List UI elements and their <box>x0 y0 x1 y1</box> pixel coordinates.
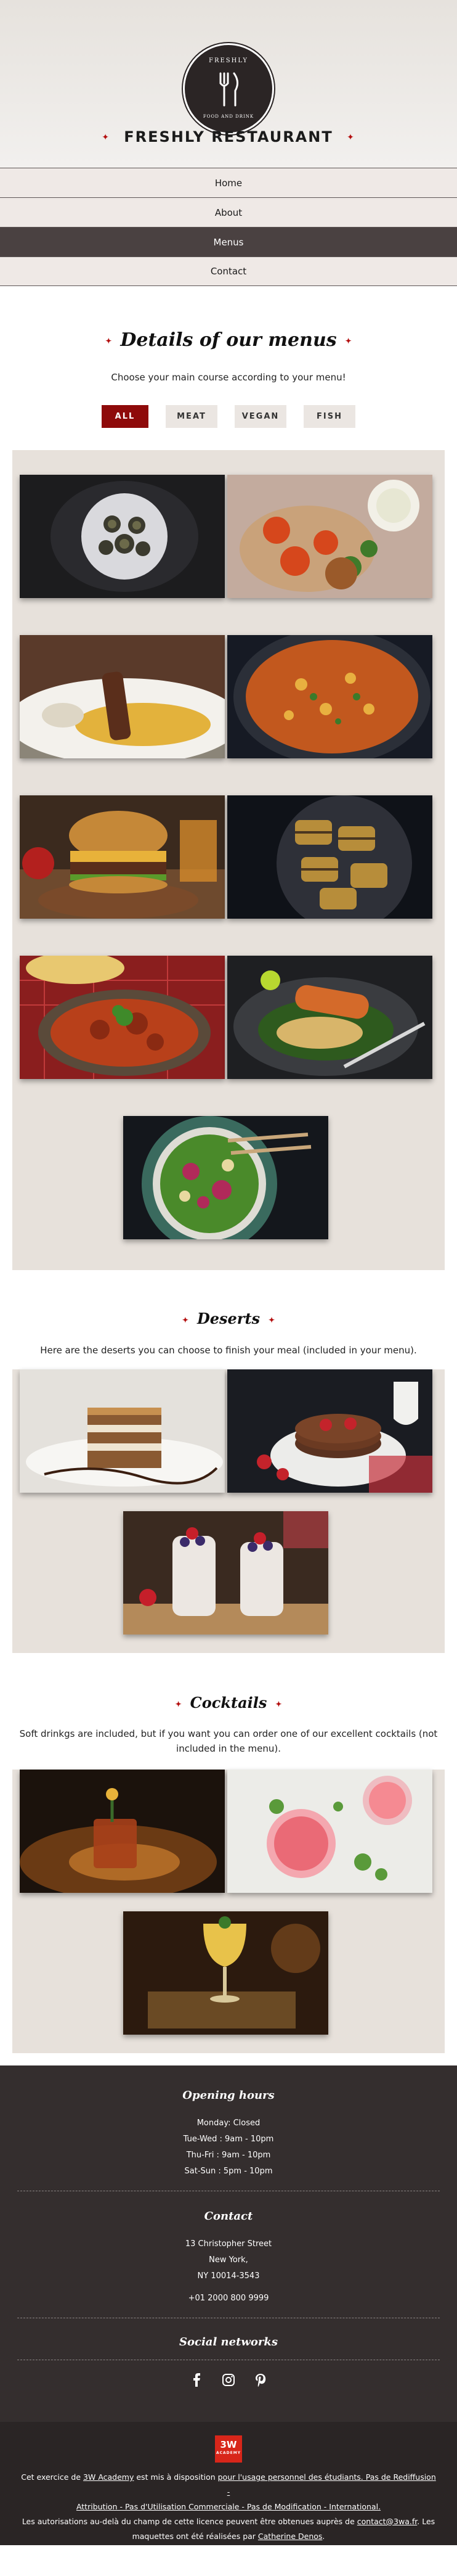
cocktail-photo-pink-drinks[interactable] <box>227 1770 432 1893</box>
credits-text: . Les <box>417 2517 435 2526</box>
menu-filters: ALL MEAT VEGAN FISH <box>0 405 457 428</box>
filter-vegan-button[interactable]: VEGAN <box>235 405 286 428</box>
nav-item-contact[interactable]: Contact <box>0 256 457 286</box>
credits-text: maquettes ont été réalisées par <box>132 2532 258 2541</box>
desert-photo-cake[interactable] <box>20 1369 225 1493</box>
address-line: NY 10014-3543 <box>197 2271 260 2281</box>
star-icon: ✦ <box>347 133 355 142</box>
dish-photo-vegetable-plate[interactable] <box>227 475 432 598</box>
filter-meat-button[interactable]: MEAT <box>166 405 217 428</box>
filter-fish-button[interactable]: FISH <box>304 405 355 428</box>
contact-title: Contact <box>204 2210 253 2223</box>
nav-label: Home <box>214 177 243 189</box>
star-icon: ✦ <box>275 1699 282 1708</box>
credits-text: . <box>322 2532 325 2541</box>
star-icon: ✦ <box>105 337 112 345</box>
dish-photo-grilled-eggplant[interactable] <box>227 795 432 919</box>
nav-label: About <box>214 207 243 218</box>
filter-all-button[interactable]: ALL <box>102 405 148 428</box>
nav-item-menus[interactable]: Menus <box>0 227 457 256</box>
site-footer: Opening hours Monday: Closed Tue-Wed : 9… <box>0 2065 457 2422</box>
dish-photo-burger[interactable] <box>20 795 225 919</box>
hours-line: Thu-Fri : 9am - 10pm <box>186 2151 271 2160</box>
site-title-text: FRESHLY RESTAURANT <box>124 128 333 146</box>
star-icon: ✦ <box>175 1699 182 1708</box>
social-links <box>0 2373 457 2387</box>
phone-line[interactable]: +01 2000 800 9999 <box>0 2291 457 2307</box>
dish-photo-salad[interactable] <box>123 1116 328 1239</box>
deserts-title: ✦ Deserts ✦ <box>0 1310 457 1327</box>
menus-title-text: Details of our menus <box>120 329 337 351</box>
3w-academy-logo[interactable]: 3W ACADEMY <box>215 2435 242 2463</box>
dish-photo-meatball-stew[interactable] <box>20 956 225 1079</box>
credits-text: est mis à disposition <box>134 2472 218 2482</box>
desert-gallery <box>12 1369 445 1653</box>
badge-subtext: ACADEMY <box>216 2451 241 2455</box>
hours-line: Tue-Wed : 9am - 10pm <box>183 2135 274 2144</box>
cocktails-subtitle-line: Soft drinkgs are included, but if you wa… <box>19 1728 438 1739</box>
cocktails-title: ✦ Cocktails ✦ <box>0 1694 457 1712</box>
credits-link-email[interactable]: contact@3wa.fr <box>357 2517 417 2526</box>
deserts-section: ✦ Deserts ✦ Here are the deserts you can c… <box>0 1270 457 1653</box>
credits-bar: 3W ACADEMY Cet exercice de 3W Academy es… <box>0 2422 457 2545</box>
cocktails-subtitle: Soft drinkgs are included, but if you wa… <box>0 1726 457 1756</box>
facebook-icon[interactable] <box>190 2373 203 2387</box>
desert-photo-pancakes[interactable] <box>227 1369 432 1493</box>
deserts-subtitle: Here are the deserts you can choose to f… <box>40 1345 417 1356</box>
nav-label: Menus <box>213 236 244 248</box>
nav-label: Contact <box>210 266 247 277</box>
credits-link-3w-academy[interactable]: 3W Academy <box>83 2472 134 2482</box>
badge-text: 3W <box>220 2439 237 2450</box>
nav-item-about[interactable]: About <box>0 197 457 227</box>
hours-line: Monday: Closed <box>196 2119 261 2128</box>
deserts-title-text: Deserts <box>196 1310 261 1327</box>
dish-photo-kebab[interactable] <box>20 635 225 758</box>
site-header: FRESHLY FOOD AND DRINK ✦ FRESHLY RESTAUR… <box>0 0 457 168</box>
desert-photo-yogurt-berries[interactable] <box>123 1511 328 1635</box>
cocktails-section: ✦ Cocktails ✦ Soft drinkgs are included, b… <box>0 1653 457 2053</box>
fork-and-knife-icon <box>219 72 238 107</box>
site-title: ✦ FRESHLY RESTAURANT ✦ <box>0 128 457 146</box>
instagram-icon[interactable] <box>222 2373 235 2387</box>
credits-line: maquettes ont été réalisées par Catherin… <box>18 2529 439 2544</box>
opening-hours-title: Opening hours <box>182 2089 275 2102</box>
menus-subtitle: Choose your main course according to you… <box>111 372 346 383</box>
menus-title: ✦ Details of our menus ✦ <box>0 329 457 351</box>
pinterest-icon[interactable] <box>254 2373 267 2387</box>
star-icon: ✦ <box>345 337 352 345</box>
dish-photo-mushrooms[interactable] <box>20 475 225 598</box>
address-line: New York, <box>209 2255 248 2265</box>
credits-line: Cet exercice de 3W Academy est mis à dis… <box>18 2470 439 2500</box>
cocktails-title-text: Cocktails <box>190 1694 267 1712</box>
main-nav: Home About Menus Contact <box>0 168 457 286</box>
credits-line: Les autorisations au-delà du champ de ce… <box>18 2514 439 2529</box>
menus-section: ✦ Details of our menus ✦ Choose your main … <box>0 286 457 1270</box>
logo[interactable]: FRESHLY FOOD AND DRINK <box>183 43 274 134</box>
menu-gallery <box>12 450 445 1270</box>
credits-text: Les autorisations au-delà du champ de ce… <box>22 2517 357 2526</box>
cocktail-photo-old-fashioned[interactable] <box>20 1770 225 1893</box>
credits-link-license[interactable]: Attribution - Pas d'Utilisation Commerci… <box>76 2502 381 2511</box>
star-icon: ✦ <box>269 1315 275 1324</box>
address-line: 13 Christopher Street <box>185 2239 272 2249</box>
credits-link-author[interactable]: Catherine Denos <box>258 2532 323 2541</box>
credits-text: Cet exercice de <box>21 2472 84 2482</box>
hours-line: Sat-Sun : 5pm - 10pm <box>184 2167 273 2176</box>
dish-photo-salmon[interactable] <box>227 956 432 1079</box>
social-networks-title: Social networks <box>179 2336 278 2348</box>
cocktails-subtitle-line: included in the menu). <box>176 1743 281 1754</box>
logo-bottom-text: FOOD AND DRINK <box>203 114 254 119</box>
credits-link-license[interactable]: pour l'usage personnel des étudiants. Pa… <box>218 2472 436 2496</box>
nav-item-home[interactable]: Home <box>0 168 457 197</box>
star-icon: ✦ <box>102 133 110 142</box>
credits-line: Attribution - Pas d'Utilisation Commerci… <box>18 2500 439 2514</box>
cocktail-gallery <box>12 1770 445 2053</box>
star-icon: ✦ <box>182 1315 188 1324</box>
dish-photo-pasta[interactable] <box>227 635 432 758</box>
logo-top-text: FRESHLY <box>209 57 248 64</box>
cocktail-photo-wine-glass[interactable] <box>123 1911 328 2035</box>
